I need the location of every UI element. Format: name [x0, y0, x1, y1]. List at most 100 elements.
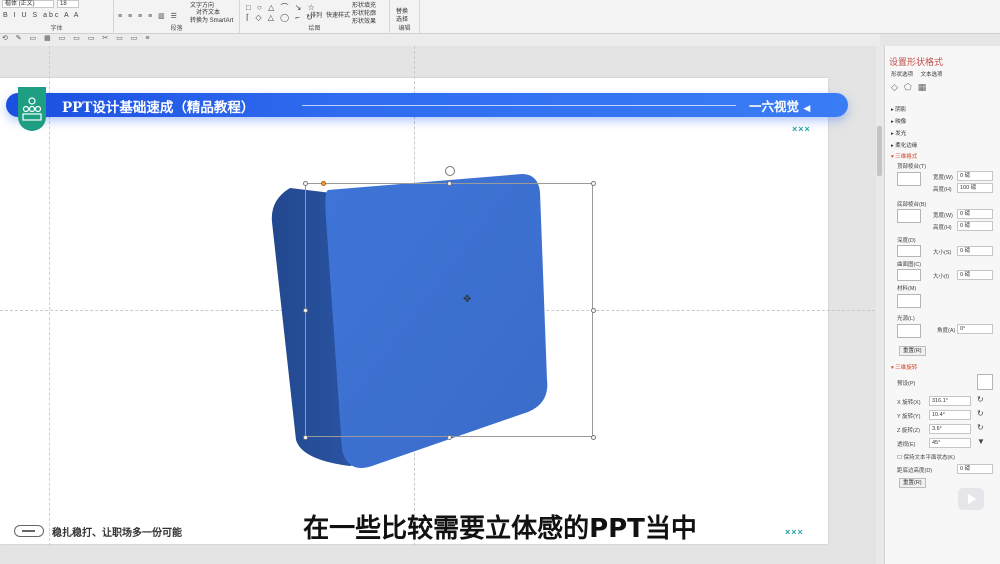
- align-icons[interactable]: ≡ ≡ ≡ ≡ ▥ ☰: [118, 12, 179, 20]
- quick-styles-button[interactable]: 快速样式: [326, 10, 350, 19]
- title-banner: PPT设计基础速成（精品教程） 一六视觉 ◀: [6, 93, 848, 117]
- bottom-width-field[interactable]: 0 磅: [957, 209, 993, 219]
- x-rotate-button-icon[interactable]: ↻: [977, 395, 984, 404]
- contour-size-label: 大小(I): [933, 274, 950, 280]
- depth-size-label: 大小(S): [933, 250, 952, 256]
- editing-group-label: 编辑: [398, 26, 411, 32]
- x-rotation-label: X 旋转(X): [897, 400, 921, 406]
- resize-handle-tl[interactable]: [303, 181, 308, 186]
- y-rotation-field[interactable]: 10.4°: [929, 410, 971, 420]
- banner-divider: [302, 105, 736, 106]
- vertical-scrollbar[interactable]: [876, 46, 883, 564]
- banner-title: PPT设计基础速成（精品教程）: [62, 100, 255, 116]
- contour-size-field[interactable]: 0 磅: [957, 270, 993, 280]
- brand-name: 一六视觉: [749, 99, 800, 114]
- ribbon: 楷体 (正文) 18 B I U S abc A A 字体 ≡ ≡ ≡ ≡ ▥ …: [0, 0, 1000, 34]
- arrange-button[interactable]: 排列: [310, 10, 322, 19]
- material-label: 材料(M): [897, 286, 917, 292]
- resize-handle-bc[interactable]: [447, 435, 452, 440]
- font-group-label: 字体: [50, 26, 63, 32]
- distance-label: 距底边高度(D): [897, 468, 933, 474]
- logo-badge: [18, 87, 46, 131]
- paragraph-group: ≡ ≡ ≡ ≡ ▥ ☰ 文字方向 对齐文本 转换为 SmartArt 段落: [114, 0, 240, 34]
- selection-frame[interactable]: [305, 183, 593, 437]
- drawing-group: □ ○ △ ⌒ ↘ ☆ ⌈ ◇ △ ◯ ⌐ ↻ 排列 快速样式 形状填充 形状轮廓…: [240, 0, 390, 34]
- font-name-select[interactable]: 楷体 (正文): [2, 0, 54, 8]
- bottom-height-field[interactable]: 0 磅: [957, 221, 993, 231]
- rotation-handle[interactable]: [445, 166, 455, 176]
- pane-category-icons[interactable]: ◇⬠▦: [891, 82, 932, 93]
- footer-pill-icon: [14, 525, 44, 537]
- section-3d-rotation[interactable]: ▾ 三维旋转: [891, 363, 917, 371]
- y-rotate-button-icon[interactable]: ↻: [977, 409, 984, 418]
- perspective-field[interactable]: 45°: [929, 438, 971, 448]
- keep-text-flat-checkbox[interactable]: ☐ 保持文本平面状态(K): [897, 453, 955, 461]
- material-picker[interactable]: [897, 294, 921, 308]
- section-glow[interactable]: ▸ 发光: [891, 129, 906, 137]
- editing-group: 替换 选择 编辑: [390, 0, 420, 34]
- resize-handle-tr[interactable]: [591, 181, 596, 186]
- section-reflection[interactable]: ▸ 映像: [891, 117, 906, 125]
- adjustment-handle[interactable]: [321, 181, 326, 186]
- format-shape-pane: 设置形状格式 形状选项 文本选项 ◇⬠▦ ▸ 阴影 ▸ 映像 ▸ 发光 ▸ 柔化…: [884, 46, 1000, 564]
- tab-text-options[interactable]: 文本选项: [921, 72, 943, 78]
- video-subtitle: 在一些比较需要立体感的PPT当中: [303, 514, 697, 544]
- lighting-label: 光源(L): [897, 316, 915, 322]
- top-width-field[interactable]: 0 磅: [957, 171, 993, 181]
- depth-size-field[interactable]: 0 磅: [957, 246, 993, 256]
- shape-gallery[interactable]: □ ○ △ ⌒ ↘ ☆ ⌈ ◇ △ ◯ ⌐ ↻: [246, 2, 317, 22]
- section-shadow[interactable]: ▸ 阴影: [891, 105, 906, 113]
- move-cursor-icon: ✥: [463, 294, 472, 305]
- section-soft-edges[interactable]: ▸ 柔化边缘: [891, 141, 917, 149]
- drawing-group-label: 绘图: [308, 26, 321, 32]
- scroll-thumb[interactable]: [877, 126, 882, 176]
- select-button[interactable]: 选择: [396, 14, 408, 23]
- top-height-label: 高度(H): [933, 187, 952, 193]
- x-rotation-field[interactable]: 316.1°: [929, 396, 971, 406]
- banner-brand: 一六视觉 ◀: [749, 96, 810, 115]
- resize-handle-ml[interactable]: [303, 308, 308, 313]
- tab-shape-options[interactable]: 形状选项: [891, 72, 913, 78]
- footer-slogan: 稳扎稳打、让职场多一份可能: [52, 528, 182, 539]
- font-group: 楷体 (正文) 18 B I U S abc A A 字体: [0, 0, 114, 34]
- lighting-picker[interactable]: [897, 324, 921, 338]
- section-3d-format[interactable]: ▾ 三维格式: [891, 152, 917, 160]
- distance-field[interactable]: 0 磅: [957, 464, 993, 474]
- play-video-icon[interactable]: [958, 488, 984, 510]
- bevel-top-label: 顶部棱台(T): [897, 164, 927, 170]
- top-height-field[interactable]: 100 磅: [957, 183, 993, 193]
- depth-label: 深度(D): [897, 238, 916, 244]
- resize-handle-mr[interactable]: [591, 308, 596, 313]
- contour-color-picker[interactable]: [897, 269, 921, 281]
- angle-field[interactable]: 0°: [957, 324, 993, 334]
- perspective-label: 透视(E): [897, 442, 916, 448]
- margin-guide[interactable]: [49, 46, 50, 546]
- bevel-top-picker[interactable]: [897, 172, 921, 186]
- z-rotation-field[interactable]: 3.6°: [929, 424, 971, 434]
- reset-3d-rotation-button[interactable]: 重置(R): [899, 478, 926, 488]
- z-rotate-button-icon[interactable]: ↻: [977, 423, 984, 432]
- presets-label: 预设(P): [897, 381, 916, 387]
- perspective-button-icon[interactable]: ▼: [977, 437, 985, 446]
- resize-handle-bl[interactable]: [303, 435, 308, 440]
- decoration-top: ×××: [792, 124, 811, 134]
- y-rotation-label: Y 旋转(Y): [897, 414, 921, 420]
- pane-tabs: 形状选项 文本选项: [891, 70, 949, 78]
- resize-handle-br[interactable]: [591, 435, 596, 440]
- rotation-presets-picker[interactable]: [977, 374, 993, 390]
- resize-handle-tc[interactable]: [447, 181, 452, 186]
- pane-title: 设置形状格式: [889, 57, 944, 67]
- font-format-icons[interactable]: B I U S abc A A: [3, 12, 80, 19]
- bevel-bottom-picker[interactable]: [897, 209, 921, 223]
- brand-arrow-icon: ◀: [803, 104, 811, 114]
- reset-3d-format-button[interactable]: 重置(R): [899, 346, 926, 356]
- bottom-height-label: 高度(H): [933, 225, 952, 231]
- contour-label: 曲面图(C): [897, 262, 922, 268]
- paragraph-group-label: 段落: [170, 26, 183, 32]
- depth-color-picker[interactable]: [897, 245, 921, 257]
- z-rotation-label: Z 旋转(Z): [897, 428, 920, 434]
- quick-access-toolbar[interactable]: ⟲ ✎ ▭ ▦ ▭ ▭ ▭ ✂ ▭ ▭ ≡: [0, 34, 880, 46]
- bevel-bottom-label: 底部棱台(B): [897, 202, 927, 208]
- top-width-label: 宽度(W): [933, 175, 953, 181]
- font-size-select[interactable]: 18: [57, 0, 79, 8]
